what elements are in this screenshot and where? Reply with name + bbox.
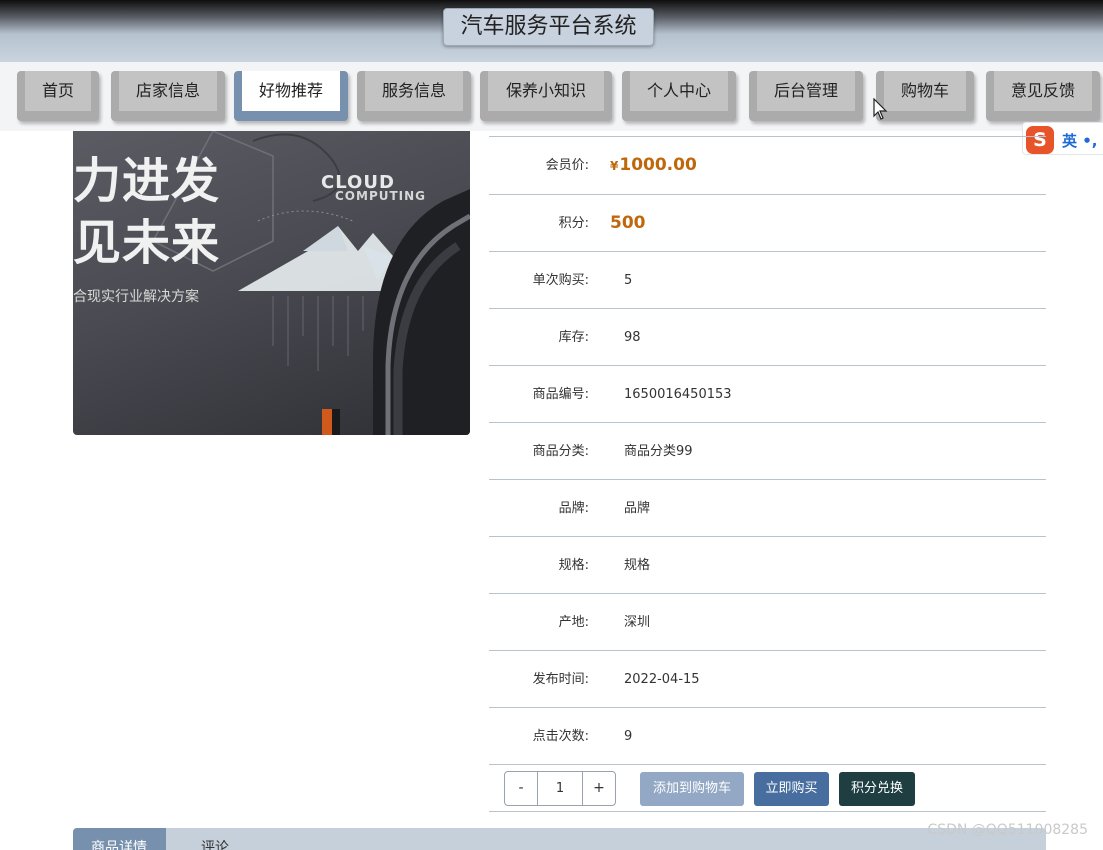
nav-item-label: 保养小知识	[488, 71, 604, 111]
detail-row-member-price: 会员价: ¥1000.00	[489, 136, 1046, 194]
detail-label: 积分:	[558, 216, 589, 231]
nav-item-label: 首页	[25, 71, 91, 111]
product-code-value: 1650016450153	[624, 387, 732, 402]
nav-item-admin[interactable]: 后台管理	[749, 71, 863, 121]
nav-item-home[interactable]: 首页	[17, 71, 99, 121]
header-bar: 汽车服务平台系统	[0, 0, 1103, 62]
image-subtext: 合现实行业解决方案	[73, 289, 199, 305]
redeem-points-button[interactable]: 积分兑换	[839, 772, 915, 806]
price-amount: 1000.00	[619, 155, 697, 175]
nav-item-label: 服务信息	[365, 71, 463, 111]
image-computing-text: COMPUTING	[335, 189, 427, 203]
detail-row-spec: 规格: 规格	[489, 536, 1046, 593]
detail-row-origin: 产地: 深圳	[489, 593, 1046, 650]
image-headline-1: 力进发	[73, 153, 221, 209]
product-image: 力进发 见未来 合现实行业解决方案 CLOUD COMPUTING	[73, 131, 470, 435]
ime-mode-label: 英 •,	[1062, 132, 1098, 150]
tab-comments[interactable]: 评论	[183, 828, 247, 850]
detail-row-clicks: 点击次数: 9	[489, 707, 1046, 764]
nav-item-label: 购物车	[884, 71, 966, 111]
detail-label: 点击次数:	[532, 729, 589, 744]
detail-row-product-code: 商品编号: 1650016450153	[489, 365, 1046, 422]
detail-label: 规格:	[558, 558, 589, 573]
product-tabs: 商品详情 评论	[73, 828, 1046, 850]
detail-row-stock: 库存: 98	[489, 308, 1046, 365]
detail-label: 商品编号:	[532, 387, 589, 402]
quantity-increment-button[interactable]: +	[582, 772, 615, 805]
detail-label: 产地:	[558, 615, 589, 630]
origin-value: 深圳	[624, 615, 651, 630]
nav-item-label: 好物推荐	[242, 71, 340, 111]
detail-row-points: 积分: 500	[489, 194, 1046, 251]
nav-item-label: 个人中心	[630, 71, 728, 111]
detail-label: 单次购买:	[532, 273, 589, 288]
product-details: 会员价: ¥1000.00 积分: 500 单次购买: 5 库存: 98 商品编…	[489, 136, 1046, 812]
site-title: 汽车服务平台系统	[443, 8, 654, 46]
detail-row-brand: 品牌: 品牌	[489, 479, 1046, 536]
detail-label: 品牌:	[558, 501, 589, 516]
purchase-actions: - + 添加到购物车 立即购买 积分兑换	[489, 764, 1046, 812]
nav-item-shop-info[interactable]: 店家信息	[111, 71, 225, 121]
points-value: 500	[610, 213, 646, 233]
spec-value: 规格	[624, 558, 651, 573]
detail-row-publish-time: 发布时间: 2022-04-15	[489, 650, 1046, 707]
currency-symbol: ¥	[610, 159, 619, 173]
detail-row-single-purchase: 单次购买: 5	[489, 251, 1046, 308]
csdn-watermark: CSDN @QQ511008285	[927, 822, 1088, 838]
quantity-stepper: - +	[504, 771, 616, 806]
add-to-cart-button[interactable]: 添加到购物车	[640, 772, 744, 806]
nav-item-feedback[interactable]: 意见反馈	[986, 71, 1100, 121]
nav-item-services[interactable]: 服务信息	[357, 71, 471, 121]
nav-item-label: 店家信息	[119, 71, 217, 111]
main-nav: 首页 店家信息 好物推荐 服务信息 保养小知识 个人中心 后台管理 购物车 意见…	[0, 62, 1103, 131]
mouse-cursor-icon	[873, 98, 888, 120]
detail-row-category: 商品分类: 商品分类99	[489, 422, 1046, 479]
category-value: 商品分类99	[624, 444, 693, 459]
publish-time-value: 2022-04-15	[624, 672, 700, 687]
detail-label: 库存:	[558, 330, 589, 345]
clicks-value: 9	[624, 729, 633, 744]
nav-item-cart[interactable]: 购物车	[876, 71, 974, 121]
brand-value: 品牌	[624, 501, 651, 516]
nav-item-recommended[interactable]: 好物推荐	[234, 71, 348, 121]
member-price-value: ¥1000.00	[610, 137, 697, 195]
buy-now-button[interactable]: 立即购买	[754, 772, 829, 806]
tab-product-details[interactable]: 商品详情	[73, 828, 166, 850]
detail-label: 会员价:	[545, 158, 589, 173]
detail-label: 发布时间:	[532, 672, 589, 687]
quantity-decrement-button[interactable]: -	[505, 772, 538, 805]
nav-item-maintenance-tips[interactable]: 保养小知识	[480, 71, 612, 121]
nav-item-label: 意见反馈	[994, 71, 1092, 111]
stock-value: 98	[624, 330, 641, 345]
detail-label: 商品分类:	[532, 444, 589, 459]
nav-item-personal-center[interactable]: 个人中心	[622, 71, 736, 121]
image-headline-2: 见未来	[73, 215, 221, 271]
quantity-input[interactable]	[538, 772, 582, 805]
single-purchase-value: 5	[624, 273, 633, 288]
nav-item-label: 后台管理	[757, 71, 855, 111]
